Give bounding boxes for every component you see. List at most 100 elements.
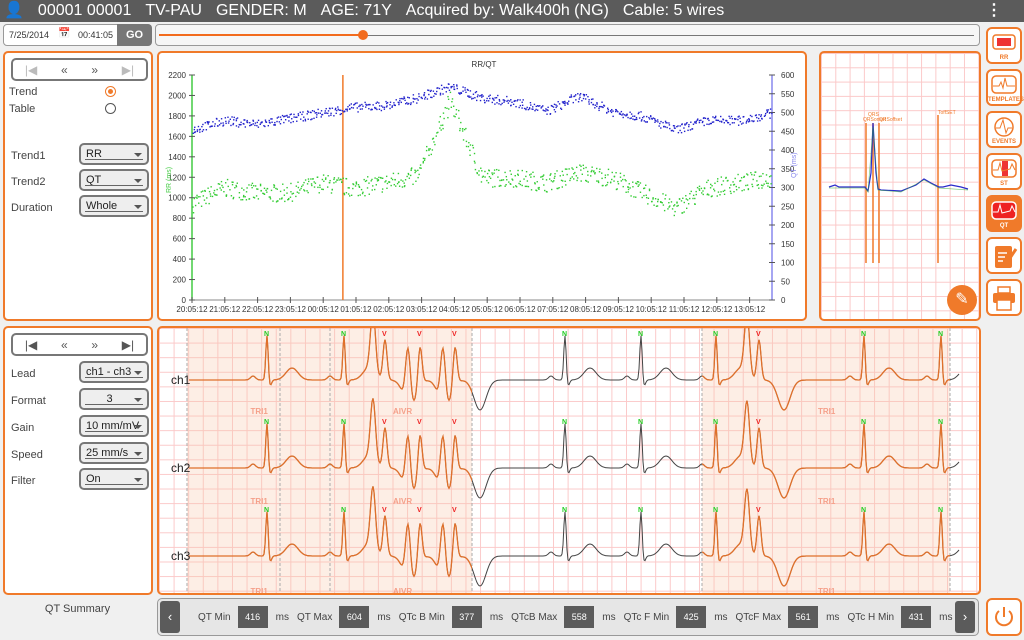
rr-point: [765, 174, 768, 176]
x-tick-label: 02:05:12: [373, 305, 405, 314]
rr-point: [465, 145, 468, 148]
trend-radio[interactable]: [105, 86, 116, 97]
format-select[interactable]: 3: [79, 388, 149, 410]
rr-point: [318, 192, 320, 194]
qt-point: [748, 120, 751, 122]
qt-point: [648, 118, 651, 120]
rr-point: [463, 128, 466, 131]
trend2-select[interactable]: QT: [79, 169, 149, 191]
qt-point: [393, 102, 395, 104]
first-icon[interactable]: |◀: [25, 63, 37, 77]
rr-point: [439, 127, 441, 129]
rr-point: [710, 183, 712, 186]
qt-point: [274, 121, 276, 124]
side-button-edit-report[interactable]: [986, 237, 1022, 274]
slider-handle[interactable]: [357, 30, 368, 40]
qt-point: [488, 95, 490, 98]
duration-select[interactable]: Whole: [79, 195, 149, 217]
prev-page-icon[interactable]: «: [61, 338, 68, 352]
last-icon[interactable]: ▶|: [122, 63, 134, 77]
rr-point: [573, 178, 575, 180]
y2-tick-label: 0: [781, 296, 786, 305]
rr-point: [308, 180, 310, 183]
rr-point: [203, 199, 206, 201]
qt-point: [346, 110, 348, 112]
rr-point: [443, 117, 445, 120]
rr-qt-chart[interactable]: RR/QT 0200400600800100012001400160018002…: [159, 53, 805, 319]
trend1-select[interactable]: RR: [79, 143, 149, 165]
chevron-right-icon[interactable]: ›: [955, 601, 975, 633]
qt-point: [240, 123, 242, 126]
qt-point: [657, 121, 659, 123]
rr-point: [357, 194, 359, 197]
rr-point: [536, 189, 538, 192]
x-tick-label: 04:05:12: [439, 305, 471, 314]
rr-point: [450, 106, 453, 108]
filter-select[interactable]: On: [79, 468, 149, 490]
ecg-strip-panel[interactable]: TRI1 TRI1 TRI1 AIVR AIVR AIVR TRI1 TRI1 TRI1 ch1 N…: [157, 326, 981, 595]
summary-value: 425: [676, 606, 707, 628]
rr-point: [400, 179, 402, 181]
qt-point: [533, 103, 536, 106]
speed-select[interactable]: 25 mm/s: [79, 442, 149, 464]
qt-point: [319, 112, 321, 114]
rr-point: [451, 98, 454, 100]
prev-page-icon[interactable]: «: [61, 63, 68, 77]
rr-point: [619, 176, 622, 178]
qt-point: [640, 120, 643, 122]
qt-point: [225, 122, 227, 125]
time-slider[interactable]: [155, 24, 980, 46]
rr-point: [721, 183, 723, 186]
side-button-print[interactable]: [986, 279, 1022, 316]
rr-point: [469, 144, 472, 146]
lead-select[interactable]: ch1 - ch3: [79, 361, 149, 383]
rr-point: [301, 185, 303, 188]
time-input[interactable]: 00:41:05: [78, 30, 113, 40]
go-button[interactable]: GO: [117, 24, 152, 46]
qt-point: [403, 97, 406, 100]
side-button-qt[interactable]: QT: [986, 195, 1022, 232]
next-page-icon[interactable]: »: [91, 338, 98, 352]
qt-point: [645, 115, 648, 118]
first-icon[interactable]: |◀: [25, 338, 37, 352]
y-tick-label: 600: [173, 235, 187, 244]
qt-point: [738, 115, 740, 117]
side-button-events[interactable]: EVENTS: [986, 111, 1022, 148]
gain-select[interactable]: 10 mm/mV: [79, 415, 149, 437]
qt-point: [472, 97, 474, 100]
table-radio[interactable]: [105, 103, 116, 114]
rr-point: [729, 187, 731, 189]
pencil-icon[interactable]: ✎: [947, 285, 977, 315]
qt-point: [356, 107, 358, 109]
rr-point: [611, 171, 613, 174]
qt-point: [193, 128, 196, 131]
qt-point: [695, 120, 698, 123]
rr-point: [698, 188, 700, 190]
qt-point: [735, 118, 737, 120]
calendar-icon[interactable]: 📅: [58, 28, 70, 39]
qt-point: [581, 99, 583, 102]
last-icon[interactable]: ▶|: [122, 338, 134, 352]
side-button-rr[interactable]: RR: [986, 27, 1022, 64]
qt-point: [688, 125, 690, 128]
side-button-st[interactable]: ST: [986, 153, 1022, 190]
qt-point: [566, 102, 569, 104]
qt-point: [766, 109, 768, 111]
rr-point: [459, 129, 461, 132]
rr-point: [422, 157, 425, 160]
qt-point: [347, 106, 349, 108]
rr-point: [656, 205, 659, 207]
rr-point: [770, 175, 772, 177]
date-input[interactable]: 7/25/2014: [9, 30, 49, 40]
kebab-menu-icon[interactable]: ⋮: [986, 0, 1002, 22]
chevron-left-icon[interactable]: ‹: [160, 601, 180, 633]
power-button[interactable]: [986, 598, 1022, 636]
next-page-icon[interactable]: »: [91, 63, 98, 77]
rr-point: [754, 171, 757, 173]
side-button-templates[interactable]: TEMPLATES: [986, 69, 1024, 106]
rr-point: [521, 169, 523, 172]
qt-point: [334, 107, 337, 110]
rr-point: [739, 179, 742, 182]
ecg-waveforms[interactable]: TRI1 TRI1 TRI1 AIVR AIVR AIVR TRI1 TRI1 TRI1 ch1 N…: [159, 328, 979, 593]
qt-point: [391, 106, 393, 108]
